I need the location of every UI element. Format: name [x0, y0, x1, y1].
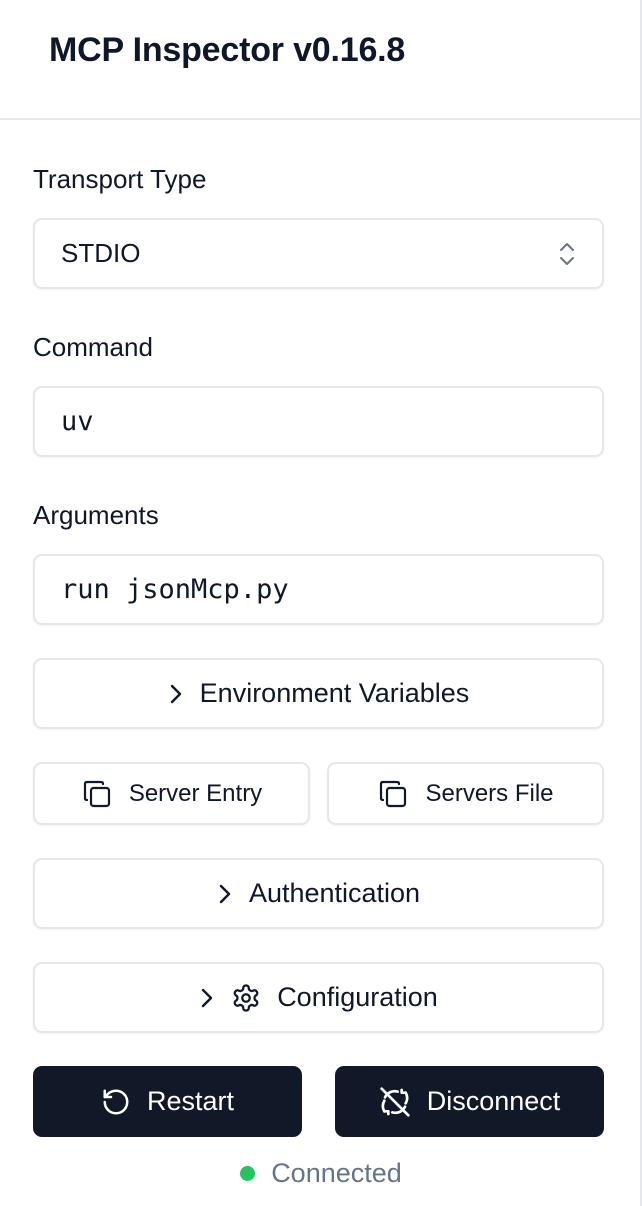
command-input-wrapper [33, 386, 604, 457]
gear-icon [231, 983, 261, 1013]
configuration-label: Configuration [277, 982, 438, 1012]
transport-type-value: STDIO [61, 238, 141, 268]
chevron-right-icon [199, 987, 215, 1009]
app-title: MCP Inspector v0.16.8 [49, 30, 406, 69]
disconnect-label: Disconnect [426, 1086, 561, 1116]
configuration-button[interactable]: Configuration [33, 962, 604, 1033]
copy-icon [377, 778, 409, 810]
server-entry-label: Server Entry [128, 779, 263, 807]
authentication-button[interactable]: Authentication [33, 858, 604, 929]
status-text: Connected [271, 1158, 402, 1188]
restart-button[interactable]: Restart [33, 1066, 302, 1137]
sidebar-header: MCP Inspector v0.16.8 [0, 0, 640, 120]
disconnect-icon [379, 1086, 411, 1118]
connection-status: Connected [0, 1158, 642, 1189]
arguments-input[interactable] [61, 574, 576, 605]
chevron-up-down-icon [558, 241, 576, 267]
chevron-right-icon [217, 883, 233, 905]
authentication-label: Authentication [248, 878, 421, 908]
copy-icon [81, 778, 113, 810]
sidebar: MCP Inspector v0.16.8 Transport Type STD… [0, 0, 642, 1206]
arguments-input-wrapper [33, 554, 604, 625]
environment-variables-button[interactable]: Environment Variables [33, 658, 604, 729]
disconnect-button[interactable]: Disconnect [335, 1066, 604, 1137]
status-dot-icon [240, 1166, 256, 1181]
arguments-label: Arguments [33, 500, 159, 530]
transport-type-label: Transport Type [33, 164, 207, 194]
restart-icon [101, 1087, 131, 1117]
command-label: Command [33, 332, 153, 362]
command-input[interactable] [61, 406, 576, 437]
chevron-right-icon [168, 683, 184, 705]
servers-file-label: Servers File [425, 779, 554, 807]
environment-variables-label: Environment Variables [199, 678, 470, 708]
copy-server-entry-button[interactable]: Server Entry [33, 762, 310, 825]
transport-type-select[interactable]: STDIO [33, 218, 604, 289]
copy-servers-file-button[interactable]: Servers File [327, 762, 604, 825]
restart-label: Restart [146, 1086, 235, 1116]
